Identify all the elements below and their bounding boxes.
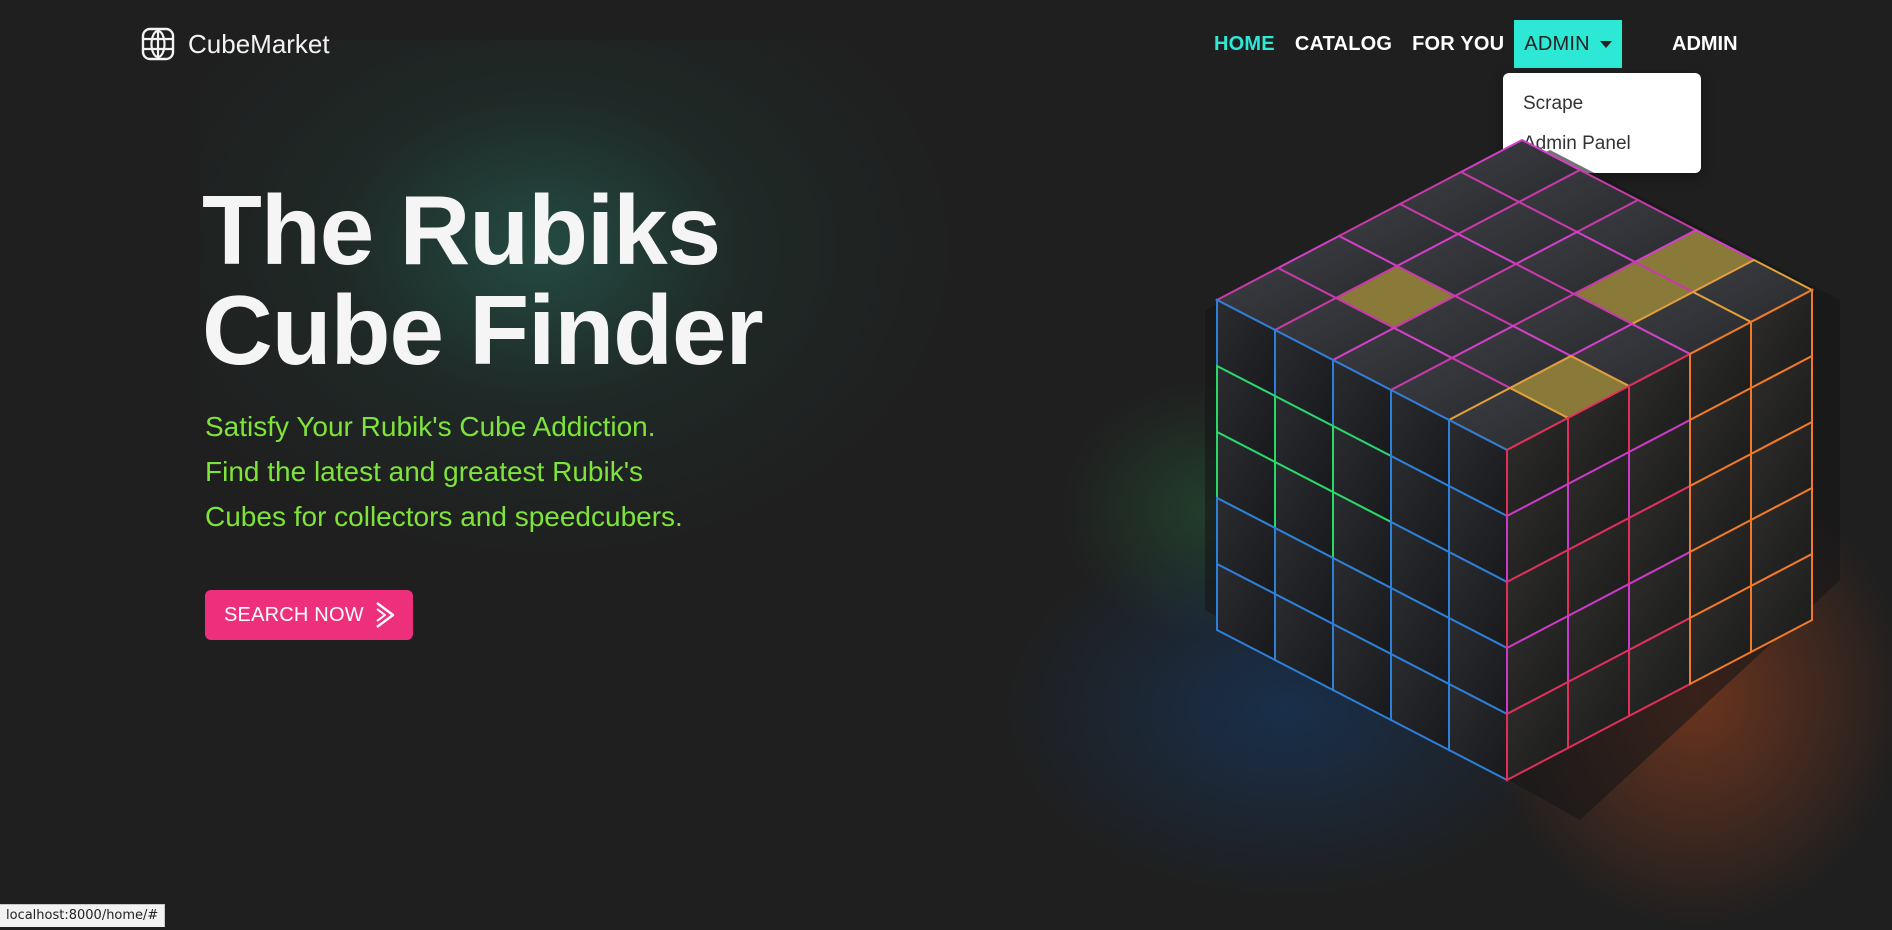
caret-down-icon: [1599, 40, 1612, 48]
brand-name: CubeMarket: [188, 28, 330, 59]
search-now-label: SEARCH NOW: [224, 603, 364, 626]
nav-catalog[interactable]: CATALOG: [1285, 20, 1402, 68]
search-now-button[interactable]: SEARCH NOW: [205, 590, 413, 640]
chevron-right-icon: [376, 602, 394, 628]
nav-for-you[interactable]: FOR YOU: [1402, 20, 1514, 68]
nav-home[interactable]: HOME: [1204, 20, 1285, 68]
dropdown-item-scrape[interactable]: Scrape: [1523, 93, 1583, 115]
admin-dropdown-label: ADMIN: [1524, 32, 1590, 55]
admin-dropdown-toggle[interactable]: ADMIN: [1514, 20, 1622, 68]
nav-links: HOME CATALOG FOR YOU ADMIN: [1204, 20, 1622, 68]
hero-title-line: Cube Finder: [202, 275, 764, 385]
hero-subtitle-line: Satisfy Your Rubik's Cube Addiction.: [205, 411, 656, 442]
hero-subtitle-line: Cubes for collectors and speedcubers.: [205, 501, 683, 532]
status-bar-url: localhost:8000/home/#: [0, 904, 166, 927]
hero-subtitle-line: Find the latest and greatest Rubik's: [205, 456, 644, 487]
rubiks-cube-illustration: [1205, 138, 1840, 820]
hero-title: The Rubiks Cube Finder: [202, 175, 764, 385]
hero-subtitle: Satisfy Your Rubik's Cube Addiction. Fin…: [205, 404, 683, 539]
nav-user[interactable]: ADMIN: [1672, 20, 1738, 68]
globe-icon: [141, 27, 175, 61]
brand[interactable]: CubeMarket: [140, 24, 330, 64]
hero-title-line: The Rubiks: [202, 175, 721, 285]
